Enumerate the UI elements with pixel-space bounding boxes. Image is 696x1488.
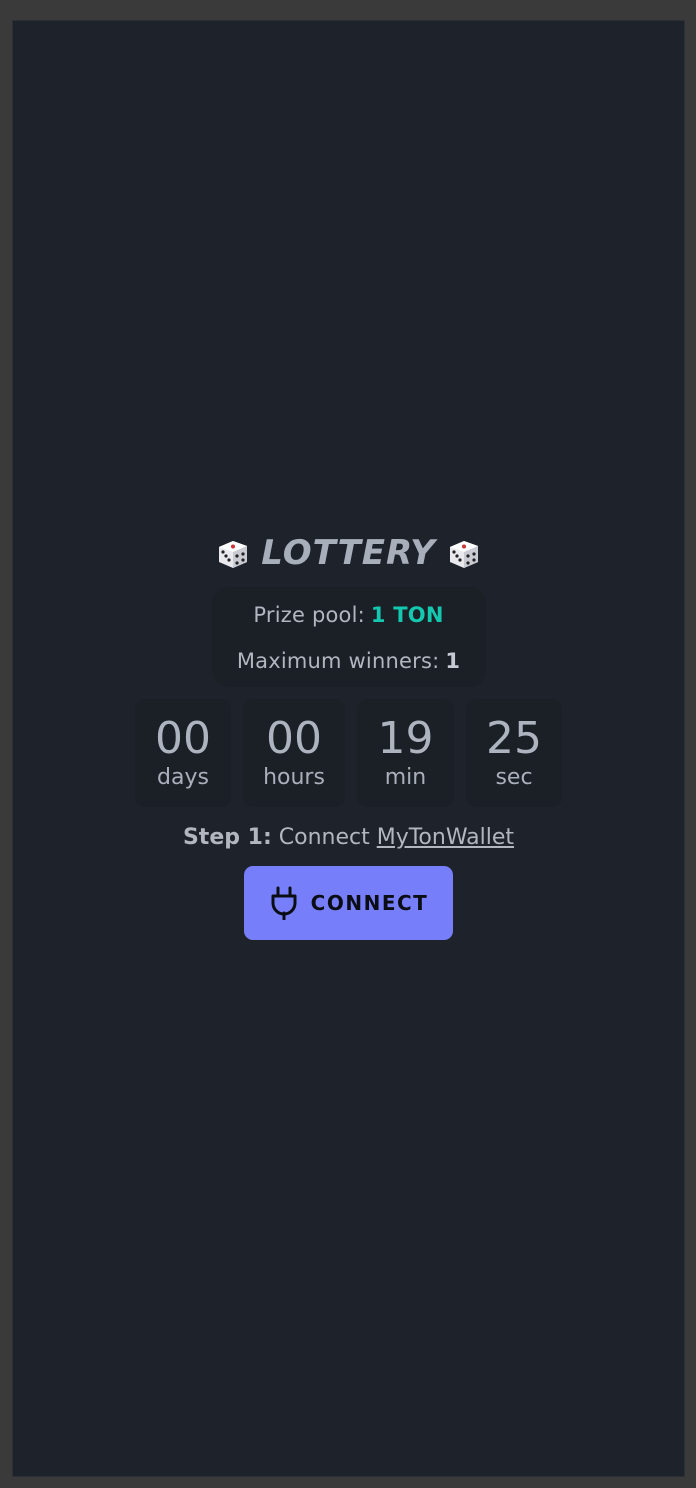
- max-winners-label: Maximum winners:: [236, 649, 440, 673]
- prize-pool-label: Prize pool:: [253, 603, 365, 627]
- title-text: LOTTERY: [261, 533, 436, 573]
- plug-icon: [271, 886, 297, 920]
- countdown-value: 00: [155, 713, 211, 764]
- mytonwallet-link[interactable]: MyTonWallet: [377, 825, 514, 850]
- countdown-unit: min: [384, 765, 427, 790]
- page-title: LOTTERY: [215, 529, 481, 577]
- countdown-value: 25: [486, 713, 542, 764]
- countdown-days: 00 days: [135, 699, 231, 807]
- connect-button[interactable]: CONNECT: [244, 866, 453, 940]
- step-instruction: Step 1: Connect MyTonWallet: [183, 825, 514, 850]
- dice-icon: [219, 541, 248, 568]
- step-prefix: Step 1:: [182, 825, 272, 850]
- countdown-seconds: 25 sec: [466, 699, 562, 807]
- app-frame: LOTTERY Prize pool: 1 TON Maximum winner…: [13, 21, 684, 1476]
- countdown-unit: hours: [263, 765, 325, 790]
- prize-pool-row: Prize pool: 1 TON: [253, 603, 443, 627]
- prize-pool-value: 1 TON: [370, 603, 444, 627]
- countdown-unit: sec: [495, 765, 533, 790]
- dice-icon: [449, 541, 478, 568]
- countdown-value: 00: [266, 713, 322, 764]
- countdown-minutes: 19 min: [357, 699, 454, 807]
- lottery-panel: LOTTERY Prize pool: 1 TON Maximum winner…: [13, 529, 684, 940]
- max-winners-row: Maximum winners: 1: [237, 649, 460, 673]
- countdown-timer: 00 days 00 hours 19 min 25 sec: [135, 699, 562, 807]
- connect-button-label: CONNECT: [310, 891, 429, 915]
- step-text: Connect: [278, 825, 370, 850]
- max-winners-value: 1: [445, 649, 461, 673]
- countdown-unit: days: [157, 765, 209, 790]
- countdown-value: 19: [377, 713, 434, 764]
- prize-info-card: Prize pool: 1 TON Maximum winners: 1: [211, 587, 486, 687]
- countdown-hours: 00 hours: [243, 699, 345, 807]
